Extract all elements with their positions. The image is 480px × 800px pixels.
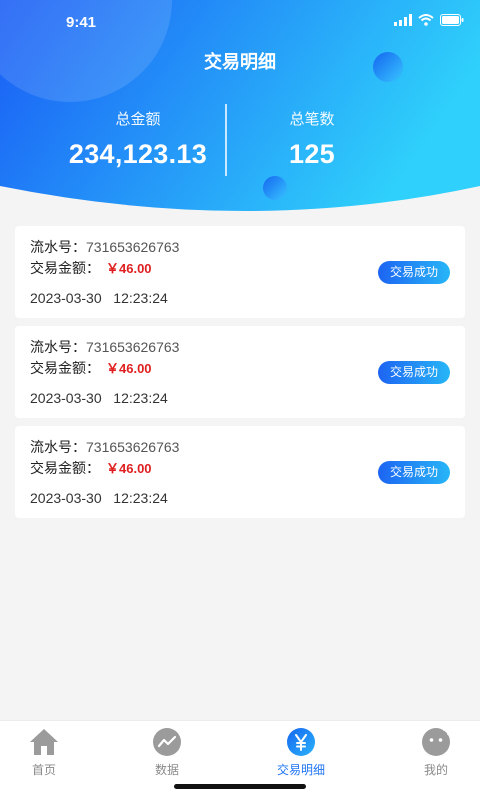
status-bar: 9:41 <box>0 0 480 44</box>
header: 9:41 交易明细 总金额 234,123.13 总笔数 125 <box>0 0 480 220</box>
transaction-card[interactable]: 流水号：731653626763 交易金额： ￥46.00 2023-03-30 … <box>15 326 465 418</box>
serial-row: 流水号：731653626763 <box>30 237 179 257</box>
serial-number: 731653626763 <box>86 439 180 455</box>
tab-profile-label: 我的 <box>423 763 448 777</box>
signal-icon <box>394 14 412 26</box>
profile-icon <box>422 728 450 756</box>
total-count-label: 总笔数 <box>289 110 335 128</box>
tab-profile[interactable]: 我的 <box>396 727 476 778</box>
transaction-time: 12:23:24 <box>113 290 168 306</box>
serial-number: 731653626763 <box>86 339 180 355</box>
transaction-date: 2023-03-30 <box>30 290 102 306</box>
amount-value: ￥46.00 <box>106 261 152 276</box>
serial-row: 流水号：731653626763 <box>30 437 179 457</box>
status-badge: 交易成功 <box>378 261 450 284</box>
chart-icon <box>153 728 181 756</box>
total-amount-value: 234,123.13 <box>68 139 208 169</box>
total-amount-stat: 总金额 234,123.13 <box>48 108 228 170</box>
serial-label: 流水号： <box>30 240 86 256</box>
amount-row: 交易金额： ￥46.00 <box>30 258 152 278</box>
status-icons <box>394 14 464 26</box>
amount-row: 交易金额： ￥46.00 <box>30 458 152 478</box>
transaction-card[interactable]: 流水号：731653626763 交易金额： ￥46.00 2023-03-30 … <box>15 226 465 318</box>
total-count-stat: 总笔数 125 <box>226 108 398 170</box>
tab-data-label: 数据 <box>154 763 179 777</box>
amount-value: ￥46.00 <box>106 461 152 476</box>
total-amount-label: 总金额 <box>115 110 161 128</box>
total-count-value: 125 <box>289 139 335 169</box>
datetime-row: 2023-03-30 12:23:24 <box>30 390 168 406</box>
status-badge: 交易成功 <box>378 461 450 484</box>
transaction-date: 2023-03-30 <box>30 390 102 406</box>
amount-row: 交易金额： ￥46.00 <box>30 358 152 378</box>
tab-data[interactable]: 数据 <box>127 727 207 778</box>
amount-label: 交易金额： <box>30 361 100 377</box>
datetime-row: 2023-03-30 12:23:24 <box>30 290 168 306</box>
status-badge: 交易成功 <box>378 361 450 384</box>
wifi-icon <box>418 14 434 26</box>
transaction-card[interactable]: 流水号：731653626763 交易金额： ￥46.00 2023-03-30 … <box>15 426 465 518</box>
tab-transactions[interactable]: 交易明细 <box>261 727 341 778</box>
tab-home-label: 首页 <box>31 763 56 777</box>
serial-label: 流水号： <box>30 340 86 356</box>
home-indicator <box>174 784 306 789</box>
serial-number: 731653626763 <box>86 239 180 255</box>
battery-icon <box>440 14 464 26</box>
transaction-list: 流水号：731653626763 交易金额： ￥46.00 2023-03-30 … <box>15 226 465 526</box>
transaction-time: 12:23:24 <box>113 490 168 506</box>
status-time: 9:41 <box>66 14 97 31</box>
tab-transactions-label: 交易明细 <box>276 763 325 777</box>
datetime-row: 2023-03-30 12:23:24 <box>30 490 168 506</box>
transaction-date: 2023-03-30 <box>30 490 102 506</box>
tab-home[interactable]: 首页 <box>4 727 84 778</box>
amount-label: 交易金额： <box>30 261 100 277</box>
home-icon <box>30 729 58 755</box>
serial-row: 流水号：731653626763 <box>30 337 179 357</box>
serial-label: 流水号： <box>30 440 86 456</box>
transaction-time: 12:23:24 <box>113 390 168 406</box>
amount-label: 交易金额： <box>30 461 100 477</box>
yen-icon <box>287 728 315 756</box>
amount-value: ￥46.00 <box>106 361 152 376</box>
page-title: 交易明细 <box>204 52 276 73</box>
